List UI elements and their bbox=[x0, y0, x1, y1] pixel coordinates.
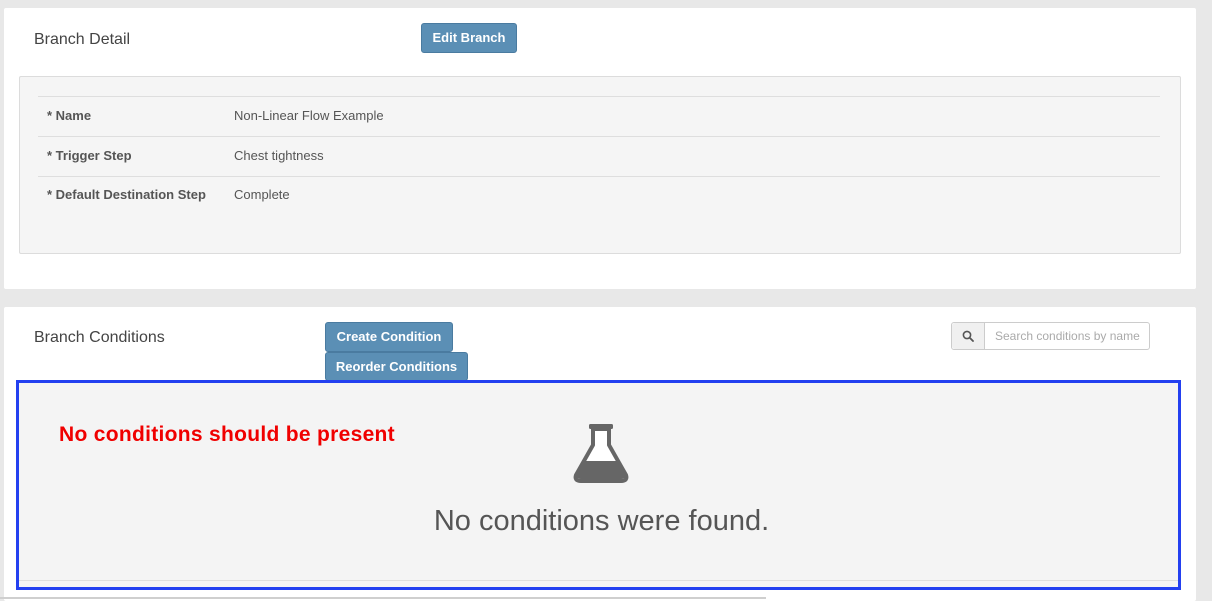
empty-state-highlight: No conditions should be present No condi… bbox=[16, 380, 1181, 590]
branch-detail-panel: Branch Detail Edit Branch * Name Non-Lin… bbox=[4, 8, 1196, 289]
branch-conditions-title: Branch Conditions bbox=[34, 329, 165, 346]
empty-state-message: No conditions were found. bbox=[433, 505, 770, 537]
field-label: * Name bbox=[47, 108, 92, 123]
reorder-conditions-button[interactable]: Reorder Conditions bbox=[325, 352, 468, 381]
field-label: * Default Destination Step bbox=[47, 187, 206, 202]
search-input[interactable] bbox=[986, 323, 1148, 349]
field-value: Chest tightness bbox=[234, 148, 324, 163]
detail-row-name: * Name Non-Linear Flow Example bbox=[38, 96, 1160, 136]
flask-icon bbox=[573, 424, 629, 483]
search-icon[interactable] bbox=[952, 323, 985, 349]
annotation-note: No conditions should be present bbox=[59, 423, 395, 446]
branch-detail-title: Branch Detail bbox=[34, 31, 131, 48]
field-label: * Trigger Step bbox=[47, 148, 132, 163]
condition-search bbox=[951, 322, 1150, 350]
divider bbox=[0, 597, 766, 599]
divider bbox=[19, 580, 1178, 581]
create-condition-button[interactable]: Create Condition bbox=[325, 322, 453, 352]
detail-row-default-destination: * Default Destination Step Complete bbox=[38, 176, 1160, 216]
detail-row-trigger-step: * Trigger Step Chest tightness bbox=[38, 136, 1160, 176]
field-value: Complete bbox=[234, 187, 290, 202]
edit-branch-button[interactable]: Edit Branch bbox=[421, 23, 517, 53]
branch-detail-fields: * Name Non-Linear Flow Example * Trigger… bbox=[19, 76, 1181, 254]
field-value: Non-Linear Flow Example bbox=[234, 108, 384, 123]
